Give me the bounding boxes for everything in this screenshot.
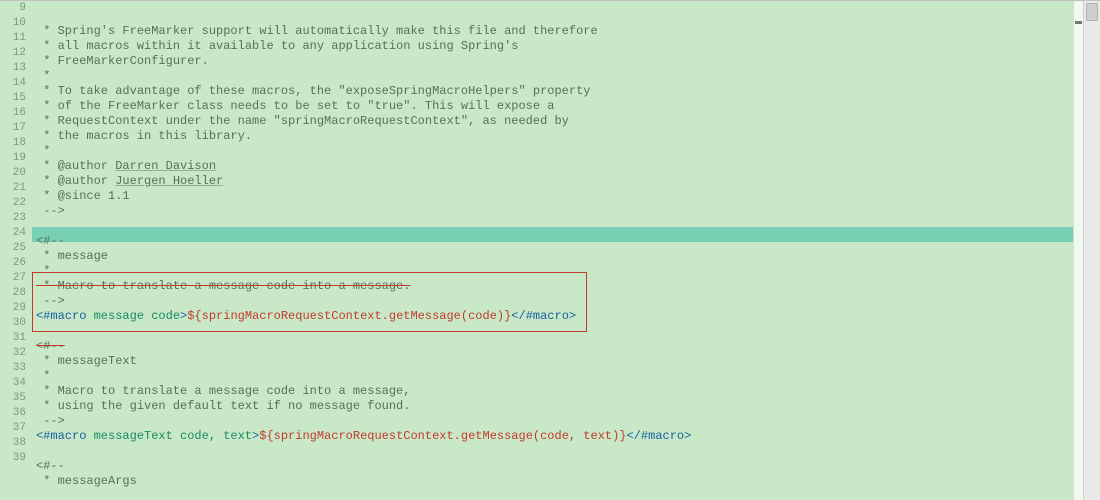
code-text: *	[32, 69, 50, 84]
code-text: * messageArgs	[32, 474, 137, 489]
code-text: <#macro messageText code, text>${springM…	[32, 429, 691, 444]
line-number: 34	[0, 376, 26, 391]
code-line[interactable]: * RequestContext under the name "springM…	[32, 114, 1100, 129]
line-number: 19	[0, 151, 26, 166]
code-line[interactable]: * FreeMarkerConfigurer.	[32, 54, 1100, 69]
code-line[interactable]	[32, 324, 1100, 339]
code-line[interactable]: *	[32, 69, 1100, 84]
code-line[interactable]: <#--	[32, 459, 1100, 474]
code-text: * RequestContext under the name "springM…	[32, 114, 569, 129]
line-number: 31	[0, 331, 26, 346]
line-number: 24	[0, 226, 26, 241]
code-view[interactable]: * Spring's FreeMarker support will autom…	[32, 1, 1100, 500]
line-number: 23	[0, 211, 26, 226]
line-number: 28	[0, 286, 26, 301]
code-line[interactable]: * @author Juergen Hoeller	[32, 174, 1100, 189]
code-line[interactable]: * messageText	[32, 354, 1100, 369]
current-line-highlight	[32, 227, 1083, 242]
line-number: 22	[0, 196, 26, 211]
line-number: 30	[0, 316, 26, 331]
code-text: * messageText	[32, 354, 137, 369]
line-number: 18	[0, 136, 26, 151]
code-line[interactable]: * Macro to translate a message code into…	[32, 384, 1100, 399]
code-line[interactable]: <#macro messageText code, text>${springM…	[32, 429, 1100, 444]
code-line[interactable]: * all macros within it available to any …	[32, 39, 1100, 54]
code-line[interactable]: * message	[32, 249, 1100, 264]
line-number: 21	[0, 181, 26, 196]
code-text: <#--	[32, 234, 65, 249]
code-line[interactable]: -->	[32, 204, 1100, 219]
code-text: <#--	[32, 459, 65, 474]
code-text: * message	[32, 249, 108, 264]
code-line[interactable]: * using the given default text if no mes…	[32, 399, 1100, 414]
code-text: * @since 1.1	[32, 189, 130, 204]
code-line[interactable]: <#--	[32, 339, 1100, 354]
code-text: *	[32, 144, 50, 159]
line-number: 38	[0, 436, 26, 451]
code-text: -->	[32, 414, 65, 429]
code-line[interactable]: <#macro message code>${springMacroReques…	[32, 309, 1100, 324]
code-line[interactable]: *	[32, 264, 1100, 279]
code-text: <#--	[32, 339, 65, 354]
code-text: * all macros within it available to any …	[32, 39, 518, 54]
code-text: *	[32, 264, 50, 279]
code-text: <#macro message code>${springMacroReques…	[32, 309, 576, 324]
line-number: 32	[0, 346, 26, 361]
line-number: 12	[0, 46, 26, 61]
overview-ruler[interactable]	[1073, 1, 1083, 500]
code-line[interactable]: * Macro to translate a message code into…	[32, 279, 1100, 294]
vertical-scrollbar[interactable]	[1083, 1, 1100, 500]
workbench: message_...spring.f...message_en.p... 91…	[0, 0, 1100, 500]
line-number-gutter: 9101112131415161718192021222324252627282…	[0, 1, 32, 500]
code-text: * using the given default text if no mes…	[32, 399, 410, 414]
line-number: 16	[0, 106, 26, 121]
code-line[interactable]: * messageArgs	[32, 474, 1100, 489]
line-number: 14	[0, 76, 26, 91]
code-text: * To take advantage of these macros, the…	[32, 84, 591, 99]
line-number: 20	[0, 166, 26, 181]
code-line[interactable]: * To take advantage of these macros, the…	[32, 84, 1100, 99]
code-text: * of the FreeMarker class needs to be se…	[32, 99, 554, 114]
code-line[interactable]: * @since 1.1	[32, 189, 1100, 204]
code-line[interactable]: * the macros in this library.	[32, 129, 1100, 144]
line-number: 33	[0, 361, 26, 376]
scrollbar-thumb[interactable]	[1086, 3, 1098, 21]
code-line[interactable]: *	[32, 144, 1100, 159]
editor-area: 9101112131415161718192021222324252627282…	[0, 1, 1100, 500]
line-number: 13	[0, 61, 26, 76]
code-text: * @author Darren Davison	[32, 159, 216, 174]
code-text: * @author Juergen Hoeller	[32, 174, 223, 189]
line-number: 39	[0, 451, 26, 466]
line-number: 35	[0, 391, 26, 406]
line-number: 10	[0, 16, 26, 31]
code-line[interactable]: -->	[32, 414, 1100, 429]
line-number: 15	[0, 91, 26, 106]
code-text: -->	[32, 294, 65, 309]
code-text: * Macro to translate a message code into…	[32, 384, 410, 399]
code-line[interactable]: * of the FreeMarker class needs to be se…	[32, 99, 1100, 114]
code-text: * Spring's FreeMarker support will autom…	[32, 24, 598, 39]
line-number: 27	[0, 271, 26, 286]
line-number: 36	[0, 406, 26, 421]
code-text: *	[32, 369, 50, 384]
code-line[interactable]: -->	[32, 294, 1100, 309]
code-line[interactable]: *	[32, 369, 1100, 384]
code-text: -->	[32, 204, 65, 219]
line-number: 9	[0, 1, 26, 16]
line-number: 25	[0, 241, 26, 256]
line-number: 37	[0, 421, 26, 436]
code-text: * Macro to translate a message code into…	[32, 279, 410, 294]
overview-mark	[1075, 21, 1082, 24]
line-number: 17	[0, 121, 26, 136]
code-text: * the macros in this library.	[32, 129, 252, 144]
line-number: 29	[0, 301, 26, 316]
code-text: * FreeMarkerConfigurer.	[32, 54, 209, 69]
code-line[interactable]: * Spring's FreeMarker support will autom…	[32, 24, 1100, 39]
line-number: 26	[0, 256, 26, 271]
line-number: 11	[0, 31, 26, 46]
code-line[interactable]: * @author Darren Davison	[32, 159, 1100, 174]
code-line[interactable]	[32, 444, 1100, 459]
